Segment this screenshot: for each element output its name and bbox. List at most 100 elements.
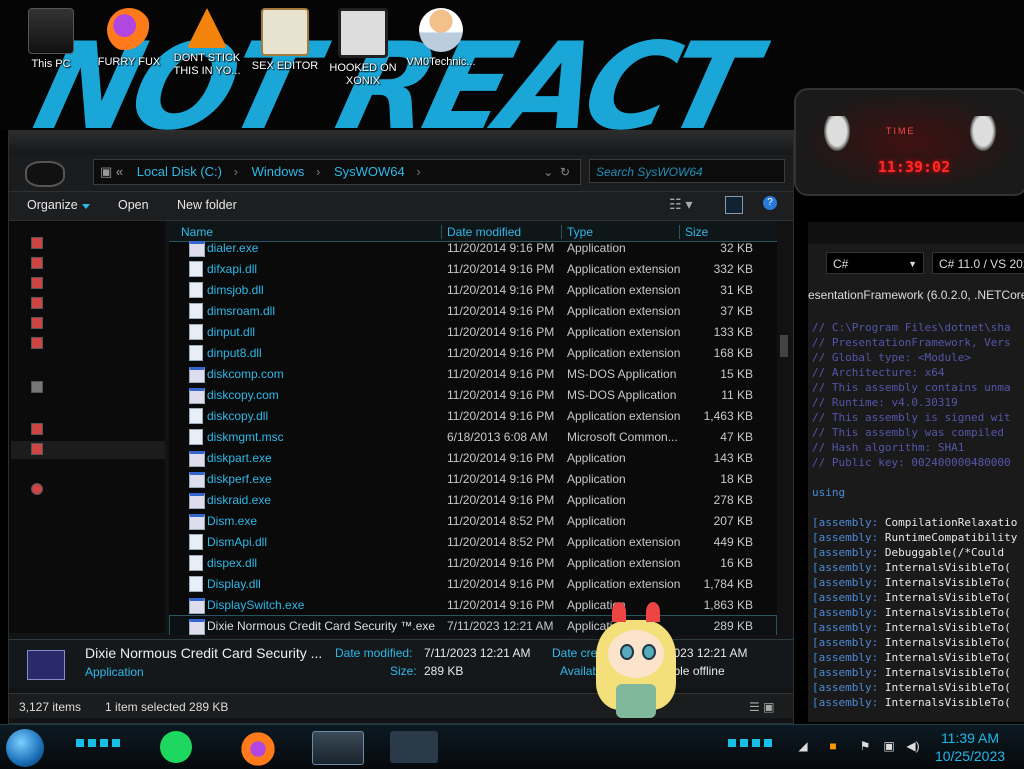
file-date: 11/20/2014 8:52 PM xyxy=(447,535,555,549)
code-attribute-line: [assembly: InternalsVisibleTo( xyxy=(812,561,1011,574)
nav-item-local-disk[interactable] xyxy=(11,441,165,459)
file-row[interactable]: Dixie Normous Credit Card Security ™.exe… xyxy=(169,615,777,635)
file-row[interactable]: dimsjob.dll 11/20/2014 9:16 PM Application… xyxy=(169,279,777,300)
nav-item[interactable] xyxy=(31,295,161,313)
code-comment-line: // Architecture: x64 xyxy=(812,366,945,379)
code-using-line[interactable]: using xyxy=(812,485,1017,500)
file-name: DisplaySwitch.exe xyxy=(207,598,305,612)
file-row[interactable]: DisplaySwitch.exe 11/20/2014 9:16 PM Appli… xyxy=(169,594,777,615)
nav-item[interactable] xyxy=(31,275,161,293)
open-button[interactable]: Open xyxy=(118,198,149,212)
details-modified-value: 7/11/2023 12:21 AM xyxy=(424,646,531,660)
file-row[interactable]: difxapi.dll 11/20/2014 9:16 PM Application… xyxy=(169,258,777,279)
application-file-icon xyxy=(189,619,205,635)
file-row[interactable]: Display.dll 11/20/2014 9:16 PM Application… xyxy=(169,573,777,594)
file-explorer-icon[interactable] xyxy=(312,731,364,765)
console-file-icon xyxy=(189,429,203,445)
language-version-select[interactable]: C# 11.0 / VS 2022 xyxy=(932,252,1024,274)
remote-desktop-icon[interactable] xyxy=(390,731,438,763)
code-attribute-line: [assembly: InternalsVisibleTo( xyxy=(812,696,1011,709)
breadcrumb-chevron-icon[interactable]: › xyxy=(416,164,420,179)
nav-icon xyxy=(31,276,43,289)
code-attribute-line: [assembly: InternalsVisibleTo( xyxy=(812,621,1011,634)
code-attribute-line: [assembly: InternalsVisibleTo( xyxy=(812,666,1011,679)
desktop-shortcut[interactable]: VM0Technic... xyxy=(402,6,480,86)
file-date: 11/20/2014 9:16 PM xyxy=(447,325,555,339)
dll-file-icon xyxy=(189,261,203,277)
desktop-shortcut[interactable]: HOOKED ON XONIX xyxy=(324,6,402,87)
desktop-shortcut[interactable]: This PC xyxy=(12,6,90,86)
refresh-icon[interactable]: ⌄ ↻ xyxy=(543,160,570,184)
clock-gadget[interactable]: TIME 11:39:02 xyxy=(794,88,1024,196)
spotify-icon[interactable] xyxy=(160,731,192,763)
breadcrumb-chevron-icon[interactable]: › xyxy=(316,164,320,179)
file-row[interactable]: diskmgmt.msc 6/18/2013 6:08 AM Microsoft C… xyxy=(169,426,777,447)
alien-head-icon xyxy=(968,116,998,154)
file-row[interactable]: diskcomp.com 11/20/2014 9:16 PM MS-DOS App… xyxy=(169,363,777,384)
language-select[interactable]: C# xyxy=(826,252,924,275)
file-size: 207 KB xyxy=(713,514,753,528)
preview-pane-icon[interactable] xyxy=(725,196,743,214)
tray-app-icon[interactable]: ■ xyxy=(826,739,840,753)
file-row[interactable]: diskcopy.com 11/20/2014 9:16 PM MS-DOS App… xyxy=(169,384,777,405)
nav-item-network[interactable] xyxy=(31,481,161,499)
file-row[interactable]: dinput.dll 11/20/2014 9:16 PM Application … xyxy=(169,321,777,342)
file-row[interactable]: diskperf.exe 11/20/2014 9:16 PM Applicatio… xyxy=(169,468,777,489)
file-type: Application extension xyxy=(567,283,681,297)
back-forward-icon[interactable] xyxy=(25,161,65,187)
code-comment-line: // This assembly contains unma xyxy=(812,381,1011,394)
address-bar[interactable]: ▣ « Local Disk (C:) › Windows › SysWOW64… xyxy=(93,159,581,185)
file-row[interactable]: DismApi.dll 11/20/2014 8:52 PM Application… xyxy=(169,531,777,552)
search-input[interactable]: Search SysWOW64 xyxy=(589,159,785,183)
nav-item[interactable] xyxy=(31,235,161,253)
file-row[interactable]: diskcopy.dll 11/20/2014 9:16 PM Applicatio… xyxy=(169,405,777,426)
file-row[interactable]: dispex.dll 11/20/2014 9:16 PM Application … xyxy=(169,552,777,573)
organize-button[interactable]: Organize xyxy=(27,198,90,212)
network-icon[interactable]: ▣ xyxy=(882,739,896,753)
title-bar[interactable] xyxy=(9,131,793,156)
details-view-icon[interactable]: ☰ ▣ xyxy=(749,700,774,714)
nav-item-homegroup[interactable] xyxy=(31,379,161,397)
code-attribute-line: [assembly: InternalsVisibleTo( xyxy=(812,576,1011,589)
file-row[interactable]: dinput8.dll 11/20/2014 9:16 PM Application… xyxy=(169,342,777,363)
breadcrumb-local-disk[interactable]: Local Disk (C:) xyxy=(137,164,222,179)
help-icon[interactable]: ? xyxy=(763,196,777,210)
file-row[interactable]: Dism.exe 11/20/2014 8:52 PM Application 207… xyxy=(169,510,777,531)
decompiler-tab-strip xyxy=(808,222,1024,244)
desktop-shortcut[interactable]: FURRY FUX xyxy=(90,6,168,86)
details-modified-label: Date modified: xyxy=(335,646,413,660)
file-row[interactable]: diskraid.exe 11/20/2014 9:16 PM Applicatio… xyxy=(169,489,777,510)
start-button[interactable] xyxy=(6,729,44,767)
file-name: diskcopy.dll xyxy=(207,409,269,423)
file-row[interactable]: dimsroam.dll 11/20/2014 9:16 PM Applicatio… xyxy=(169,300,777,321)
volume-icon[interactable]: ◀) xyxy=(906,739,920,753)
firefox-icon[interactable] xyxy=(240,731,276,767)
nav-item[interactable] xyxy=(31,315,161,333)
file-row[interactable]: diskpart.exe 11/20/2014 9:16 PM Applicatio… xyxy=(169,447,777,468)
breadcrumb-windows[interactable]: Windows xyxy=(252,164,305,179)
nav-item-this-pc[interactable] xyxy=(31,421,161,439)
desktop-shortcut[interactable]: DONT STICK THIS IN YO... xyxy=(168,6,246,86)
breadcrumb-chevron-icon[interactable]: › xyxy=(234,164,238,179)
desktop-shortcut-label: HOOKED ON XONIX xyxy=(329,62,397,87)
action-center-icon[interactable]: ⚑ xyxy=(858,739,872,753)
file-date: 11/20/2014 9:16 PM xyxy=(447,241,555,255)
vertical-scrollbar[interactable] xyxy=(777,223,791,635)
nav-item[interactable] xyxy=(31,335,161,353)
tray-arrow-icon[interactable]: ◢ xyxy=(796,739,810,753)
desktop-shortcut[interactable]: SEX EDITOR xyxy=(246,6,324,86)
breadcrumb-syswow64[interactable]: SysWOW64 xyxy=(334,164,405,179)
new-folder-button[interactable]: New folder xyxy=(177,198,237,212)
change-view-icon[interactable]: ☷ ▾ xyxy=(669,196,692,213)
file-row[interactable]: dialer.exe 11/20/2014 9:16 PM Application 3… xyxy=(169,237,777,258)
file-type: Application extension xyxy=(567,577,681,591)
navigation-pane xyxy=(9,221,165,633)
file-type: Application extension xyxy=(567,325,681,339)
file-size: 332 KB xyxy=(713,262,753,276)
scrollbar-thumb[interactable] xyxy=(780,335,788,357)
taskbar-clock[interactable]: 11:39 AM 10/25/2023 xyxy=(920,729,1020,765)
nav-item[interactable] xyxy=(31,255,161,273)
details-file-type: Application xyxy=(85,665,144,679)
file-date: 11/20/2014 9:16 PM xyxy=(447,409,555,423)
code-view[interactable]: // C:\Program Files\dotnet\sha // Present… xyxy=(812,320,1017,710)
